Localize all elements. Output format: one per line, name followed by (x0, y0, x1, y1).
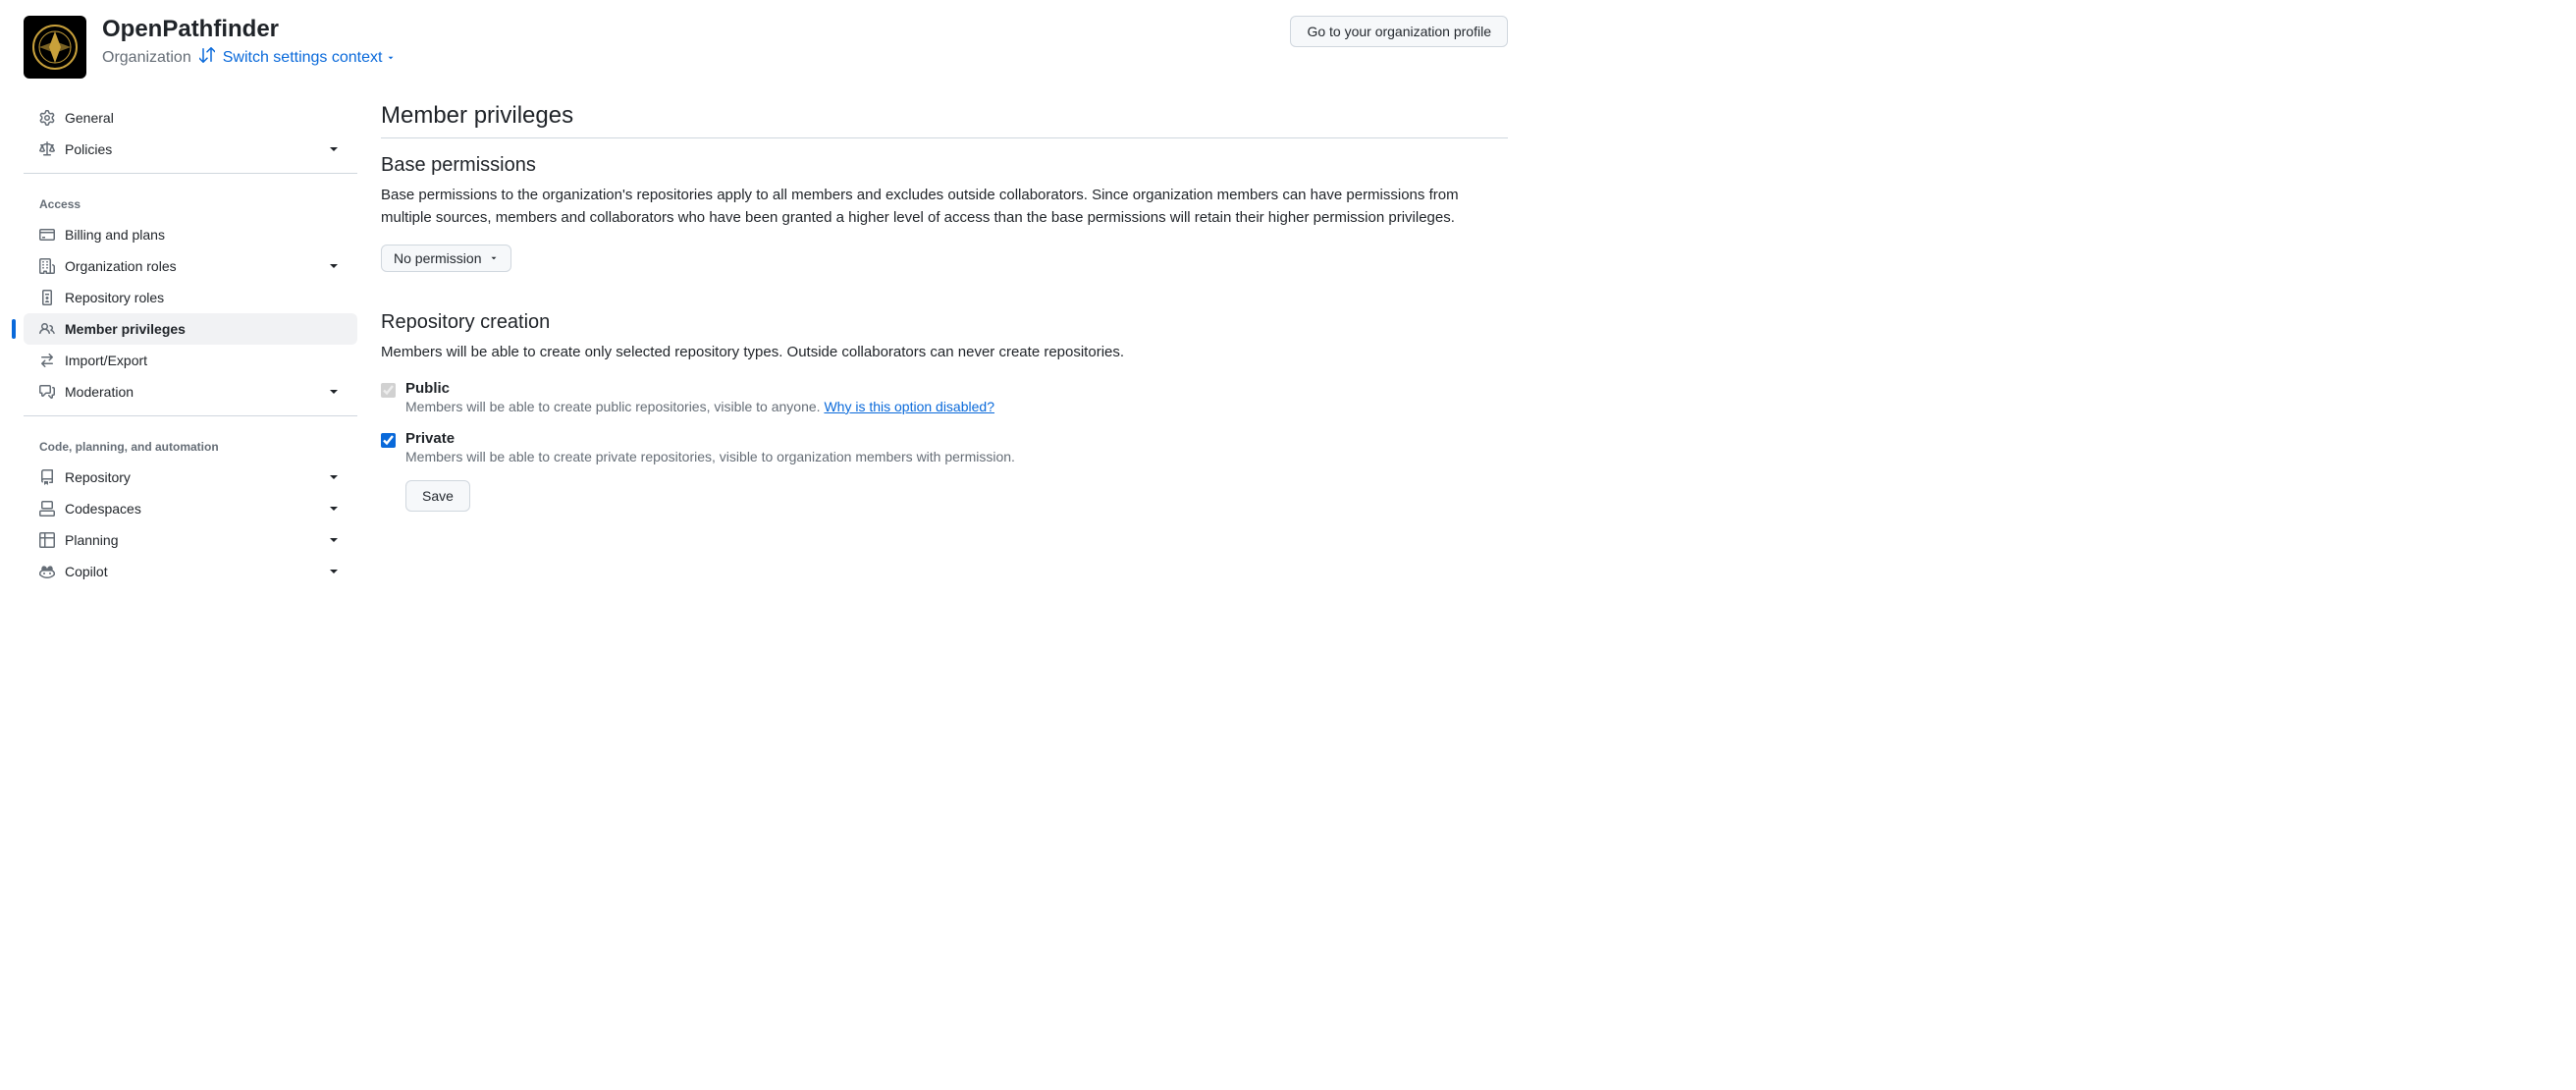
repo-creation-desc: Members will be able to create only sele… (381, 342, 1508, 364)
sidebar-item-label: Moderation (65, 384, 316, 400)
chevron-down-icon (326, 141, 342, 157)
public-label: Public (405, 380, 1508, 397)
sidebar-item-repo-roles[interactable]: Repository roles (24, 282, 357, 313)
sidebar-item-label: Policies (65, 141, 316, 157)
chevron-down-icon (326, 469, 342, 485)
base-permissions-desc: Base permissions to the organization's r… (381, 185, 1508, 229)
copilot-icon (39, 564, 55, 579)
compass-icon (31, 24, 79, 71)
comment-discussion-icon (39, 384, 55, 400)
chevron-down-icon (326, 532, 342, 548)
sidebar-item-general[interactable]: General (24, 102, 357, 134)
sidebar-item-label: Repository (65, 469, 316, 485)
sidebar-item-label: General (65, 110, 342, 126)
id-badge-icon (39, 290, 55, 305)
sidebar-item-label: Organization roles (65, 258, 316, 274)
sidebar-heading-access: Access (24, 182, 357, 219)
save-button[interactable]: Save (405, 480, 470, 512)
sidebar-heading-code: Code, planning, and automation (24, 424, 357, 462)
why-disabled-link[interactable]: Why is this option disabled? (824, 399, 994, 414)
org-avatar[interactable] (24, 16, 86, 79)
chevron-down-icon (326, 501, 342, 517)
private-checkbox-row: Private Members will be able to create p… (381, 430, 1508, 464)
org-name: OpenPathfinder (102, 16, 396, 43)
repo-creation-title: Repository creation (381, 311, 1508, 334)
organization-icon (39, 258, 55, 274)
caret-down-icon (386, 53, 396, 63)
sidebar-item-label: Member privileges (65, 321, 342, 337)
org-type-label: Organization (102, 49, 191, 67)
private-checkbox[interactable] (381, 433, 396, 448)
gear-icon (39, 110, 55, 126)
table-icon (39, 532, 55, 548)
sidebar-item-label: Import/Export (65, 353, 342, 368)
sidebar-item-label: Billing and plans (65, 227, 342, 243)
sidebar-item-planning[interactable]: Planning (24, 524, 357, 556)
law-icon (39, 141, 55, 157)
caret-down-icon (489, 253, 499, 263)
sidebar-item-moderation[interactable]: Moderation (24, 376, 357, 408)
public-checkbox (381, 383, 396, 398)
sidebar-item-repository[interactable]: Repository (24, 462, 357, 493)
people-icon (39, 321, 55, 337)
sidebar-item-policies[interactable]: Policies (24, 134, 357, 165)
sidebar-item-codespaces[interactable]: Codespaces (24, 493, 357, 524)
arrow-switch-icon (39, 353, 55, 368)
switch-context-link[interactable]: Switch settings context (223, 49, 397, 67)
public-desc: Members will be able to create public re… (405, 399, 1508, 414)
sidebar-item-member-privileges[interactable]: Member privileges (24, 313, 357, 345)
sidebar-item-import-export[interactable]: Import/Export (24, 345, 357, 376)
page-title: Member privileges (381, 102, 1508, 138)
repo-icon (39, 469, 55, 485)
sidebar-item-label: Planning (65, 532, 316, 548)
sidebar-item-billing[interactable]: Billing and plans (24, 219, 357, 250)
sidebar-item-label: Repository roles (65, 290, 342, 305)
sidebar-item-label: Copilot (65, 564, 316, 579)
codespaces-icon (39, 501, 55, 517)
page-header: OpenPathfinder Organization Switch setti… (24, 16, 1508, 79)
sidebar-item-org-roles[interactable]: Organization roles (24, 250, 357, 282)
private-desc: Members will be able to create private r… (405, 449, 1508, 464)
base-permissions-dropdown[interactable]: No permission (381, 245, 511, 272)
sidebar-item-copilot[interactable]: Copilot (24, 556, 357, 587)
chevron-down-icon (326, 564, 342, 579)
public-checkbox-row: Public Members will be able to create pu… (381, 380, 1508, 414)
private-label: Private (405, 430, 1508, 447)
sidebar-item-label: Codespaces (65, 501, 316, 517)
credit-card-icon (39, 227, 55, 243)
arrow-switch-icon (199, 47, 215, 68)
base-permissions-title: Base permissions (381, 154, 1508, 177)
go-to-profile-button[interactable]: Go to your organization profile (1290, 16, 1508, 47)
chevron-down-icon (326, 258, 342, 274)
main-content: Member privileges Base permissions Base … (381, 102, 1508, 595)
chevron-down-icon (326, 384, 342, 400)
settings-sidebar: General Policies Access (24, 102, 357, 595)
